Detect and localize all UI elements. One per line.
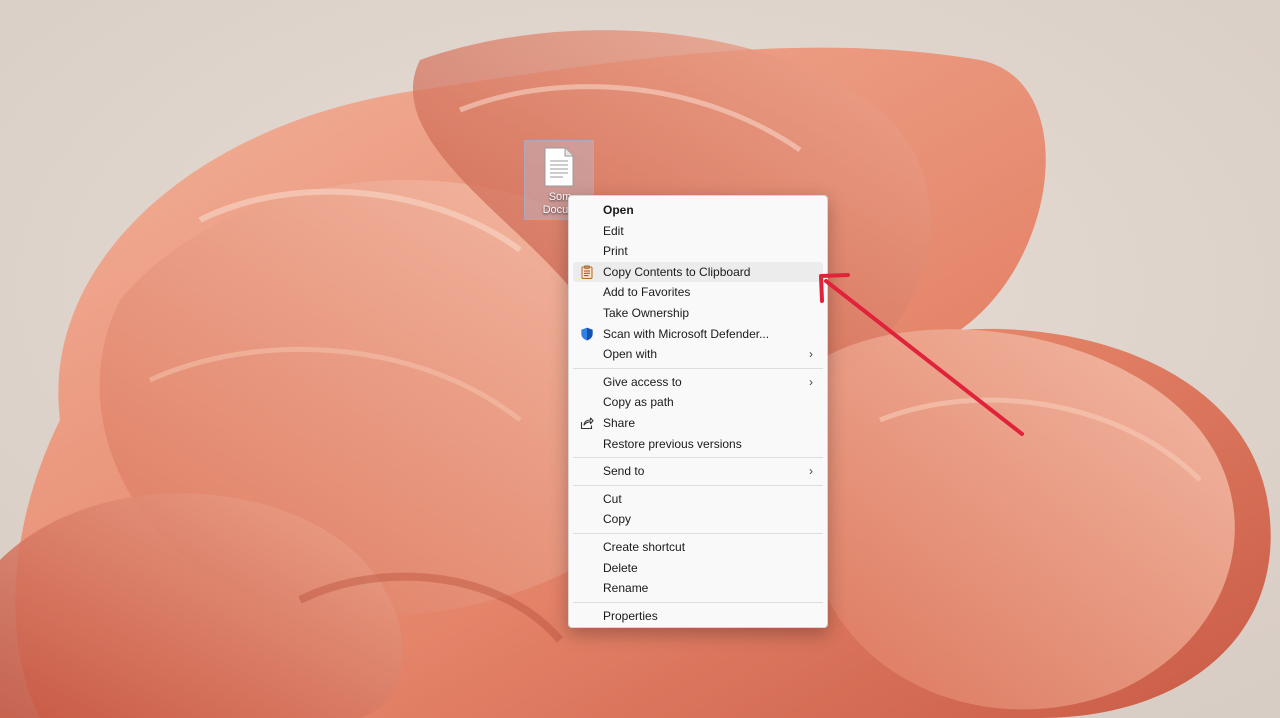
menu-item-label: Print: [603, 244, 628, 259]
menu-item-give-access-to[interactable]: Give access to ›: [573, 372, 823, 393]
menu-item-label: Copy: [603, 512, 632, 527]
chevron-right-icon: ›: [809, 374, 813, 389]
menu-separator: [573, 484, 823, 486]
menu-item-label: Cut: [603, 491, 622, 506]
menu-item-copy-as-path[interactable]: Copy as path: [573, 392, 823, 413]
menu-item-edit[interactable]: Edit: [573, 221, 823, 242]
menu-item-delete[interactable]: Delete: [573, 558, 823, 579]
context-menu: Open Edit Print Copy Contents to Clipboa…: [568, 195, 828, 628]
menu-separator: [573, 532, 823, 534]
menu-item-scan-with-defender[interactable]: Scan with Microsoft Defender...: [573, 324, 823, 345]
desktop[interactable]: Som Docum Open Edit Print Copy Contents …: [0, 0, 1280, 718]
menu-separator: [573, 457, 823, 459]
menu-item-label: Open with: [603, 347, 658, 362]
menu-item-label: Rename: [603, 581, 649, 596]
menu-item-open[interactable]: Open: [573, 200, 823, 221]
menu-item-copy-contents-to-clipboard[interactable]: Copy Contents to Clipboard: [573, 261, 823, 283]
chevron-right-icon: ›: [809, 464, 813, 479]
menu-item-properties[interactable]: Properties: [573, 606, 823, 627]
menu-item-label: Take Ownership: [603, 305, 690, 320]
menu-item-label: Scan with Microsoft Defender...: [603, 326, 770, 341]
menu-item-label: Edit: [603, 223, 624, 238]
menu-item-label: Create shortcut: [603, 539, 686, 554]
menu-item-print[interactable]: Print: [573, 241, 823, 262]
menu-item-label: Restore previous versions: [603, 436, 742, 451]
menu-separator: [573, 601, 823, 603]
menu-item-take-ownership[interactable]: Take Ownership: [573, 303, 823, 324]
menu-item-cut[interactable]: Cut: [573, 489, 823, 510]
menu-item-label: Copy Contents to Clipboard: [603, 264, 751, 279]
menu-separator: [573, 367, 823, 369]
menu-item-label: Add to Favorites: [603, 285, 691, 300]
menu-item-label: Properties: [603, 608, 658, 623]
menu-item-create-shortcut[interactable]: Create shortcut: [573, 537, 823, 558]
share-icon: [580, 416, 594, 430]
menu-item-share[interactable]: Share: [573, 413, 823, 434]
menu-item-rename[interactable]: Rename: [573, 578, 823, 599]
menu-item-label: Open: [603, 203, 634, 217]
menu-item-label: Send to: [603, 464, 645, 479]
menu-item-label: Copy as path: [603, 395, 674, 410]
menu-item-add-to-favorites[interactable]: Add to Favorites: [573, 282, 823, 303]
clipboard-icon: [580, 265, 594, 279]
menu-item-send-to[interactable]: Send to ›: [573, 461, 823, 482]
text-document-icon: [543, 147, 575, 192]
menu-item-restore-previous-versions[interactable]: Restore previous versions: [573, 434, 823, 455]
defender-shield-icon: [580, 327, 594, 341]
menu-item-label: Give access to: [603, 374, 682, 389]
chevron-right-icon: ›: [809, 347, 813, 362]
menu-item-copy[interactable]: Copy: [573, 509, 823, 530]
menu-item-label: Delete: [603, 560, 638, 575]
menu-item-open-with[interactable]: Open with ›: [573, 344, 823, 365]
menu-item-label: Share: [603, 415, 636, 430]
